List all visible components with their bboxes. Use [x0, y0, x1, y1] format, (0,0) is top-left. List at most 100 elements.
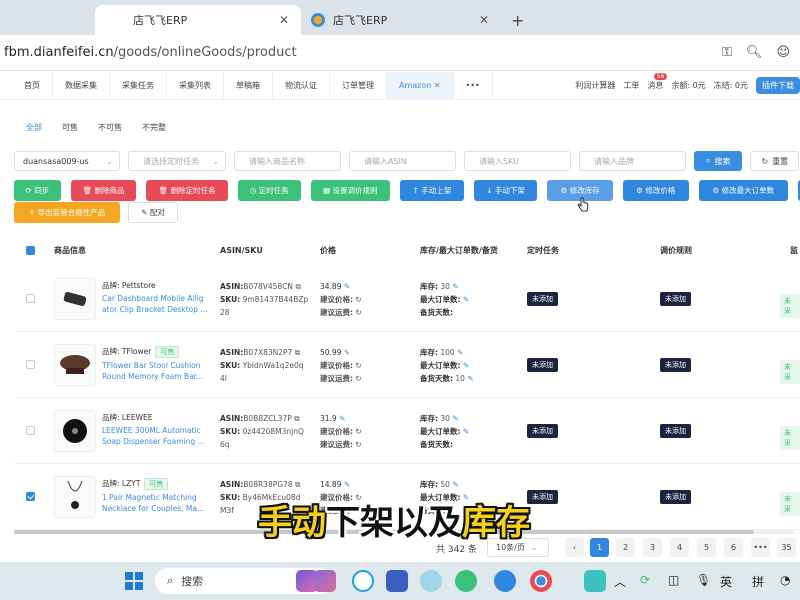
- search-button[interactable]: ⌕ 搜索: [694, 151, 743, 171]
- copy-icon[interactable]: ⧉: [295, 348, 300, 357]
- refresh-icon[interactable]: ↻: [355, 361, 361, 370]
- edit-icon[interactable]: ✎: [467, 374, 473, 383]
- zoom-icon[interactable]: 🔍︎: [746, 45, 763, 60]
- refresh-icon[interactable]: ↻: [355, 308, 361, 317]
- edit-max-orders-button[interactable]: ⚙ 修改最大订单数: [698, 180, 789, 201]
- table-row[interactable]: 品牌: LEEWEE LEEWEE 300ML Automatic Soap Di…: [14, 398, 800, 464]
- edit-icon[interactable]: ✎: [463, 361, 469, 370]
- task-select[interactable]: 请选择定时任务 ⌄: [128, 151, 226, 171]
- product-title-link[interactable]: 1 Pair Magnetic Matching Necklace for Cou…: [102, 492, 212, 514]
- sku-input[interactable]: 请输入SKU: [464, 151, 571, 171]
- brand-input[interactable]: 请输入品牌: [579, 151, 686, 171]
- close-icon[interactable]: ✕: [479, 13, 489, 27]
- asin-value[interactable]: B08R38PG78: [243, 480, 292, 489]
- k-app-icon[interactable]: [494, 570, 516, 592]
- edge-browser-icon[interactable]: [352, 570, 374, 592]
- edit-icon[interactable]: ✎: [339, 414, 345, 423]
- price-rule-tag[interactable]: 未添加: [660, 424, 691, 438]
- asin-input[interactable]: 请输入ASIN: [349, 151, 456, 171]
- k-app-2-icon[interactable]: [584, 570, 606, 592]
- asin-value[interactable]: B0B8ZCL37P: [243, 414, 291, 423]
- browser-tab-active[interactable]: 店飞飞ERP ✕: [95, 5, 301, 35]
- edit-icon[interactable]: ✎: [457, 348, 463, 357]
- page-button[interactable]: 3: [643, 538, 662, 557]
- edit-icon[interactable]: ✎: [344, 480, 350, 489]
- monitor-app-icon[interactable]: [386, 570, 408, 592]
- edit-icon[interactable]: ✎: [344, 282, 350, 291]
- nav-tab-tasks[interactable]: 采集任务: [110, 71, 167, 100]
- profit-calculator-link[interactable]: 利润计算器: [575, 80, 615, 91]
- nav-tab-more[interactable]: •••: [454, 71, 493, 100]
- ime-mode[interactable]: 拼: [752, 573, 764, 590]
- page-button[interactable]: 35: [777, 538, 796, 557]
- timer-task-button[interactable]: ◷ 定时任务: [237, 180, 301, 201]
- prev-page-button[interactable]: ‹: [565, 538, 584, 557]
- chrome-icon[interactable]: [530, 570, 552, 592]
- timer-task-tag[interactable]: 未添加: [527, 490, 558, 504]
- ticket-link[interactable]: 工单: [623, 80, 639, 91]
- table-row[interactable]: 品牌: TFlower 可售 TFlower Bar Stool Cushion R…: [14, 332, 800, 398]
- key-icon[interactable]: ⚿: [722, 45, 732, 60]
- price-rule-tag[interactable]: 未添加: [660, 358, 691, 372]
- refresh-icon[interactable]: ↻: [355, 440, 361, 449]
- timer-task-tag[interactable]: 未添加: [527, 292, 558, 306]
- asin-value[interactable]: B07X83N2P7: [243, 348, 292, 357]
- filter-tab-incomplete[interactable]: 不完整: [132, 118, 176, 137]
- store-select[interactable]: duansasa009-us ⌄: [14, 151, 120, 171]
- media-icon[interactable]: [314, 570, 336, 592]
- price-rule-tag[interactable]: 未添加: [660, 490, 691, 504]
- delete-timer-task-button[interactable]: 🗑︎ 删除定时任务: [146, 180, 228, 201]
- product-title-link[interactable]: Car Dashboard Mobile Allig ator Clip Brac…: [102, 293, 212, 315]
- edit-icon[interactable]: ✎: [452, 282, 458, 291]
- edit-icon[interactable]: ✎: [463, 427, 469, 436]
- wechat-icon[interactable]: [455, 570, 477, 592]
- browser-tab-inactive[interactable]: 店飞飞ERP ✕: [301, 5, 501, 35]
- ime-lang[interactable]: 英: [720, 573, 732, 590]
- microphone-icon[interactable]: 🎙︎: [696, 573, 711, 587]
- asin-value[interactable]: B078V458CN: [243, 282, 293, 291]
- edit-icon[interactable]: ✎: [344, 348, 350, 357]
- sync-button[interactable]: ⟳ 同步: [14, 180, 61, 201]
- copy-icon[interactable]: ⧉: [295, 282, 300, 291]
- profile-icon[interactable]: ☺: [776, 45, 790, 60]
- delete-product-button[interactable]: 🗑︎ 删除商品: [70, 180, 137, 201]
- edit-icon[interactable]: ✎: [463, 295, 469, 304]
- manual-list-button[interactable]: ↑ 手动上架: [400, 180, 464, 201]
- reset-button[interactable]: ↻ 重置: [750, 151, 800, 171]
- filter-tab-unsellable[interactable]: 不可售: [88, 118, 132, 137]
- copy-icon[interactable]: ⧉: [294, 414, 299, 423]
- price-rule-tag[interactable]: 未添加: [660, 292, 691, 306]
- page-button[interactable]: 4: [670, 538, 689, 557]
- nav-tab-home[interactable]: 首页: [0, 71, 53, 100]
- network-icon[interactable]: ◔: [780, 573, 790, 587]
- timer-task-tag[interactable]: 未添加: [527, 424, 558, 438]
- drive-icon[interactable]: ◫: [668, 573, 679, 587]
- row-checkbox[interactable]: [26, 492, 35, 501]
- product-title-link[interactable]: LEEWEE 300ML Automatic Soap Dispenser Foa…: [102, 425, 212, 447]
- row-checkbox[interactable]: [26, 426, 35, 435]
- nav-tab-logistics[interactable]: 物流认证: [273, 71, 330, 100]
- copy-icon[interactable]: ⧉: [295, 480, 300, 489]
- nav-tab-drafts[interactable]: 草稿箱: [224, 71, 273, 100]
- chevron-up-icon[interactable]: ︿: [614, 573, 626, 590]
- sync-tray-icon[interactable]: ⟳: [640, 573, 650, 587]
- col-price[interactable]: 价格: [320, 245, 336, 256]
- close-icon[interactable]: ✕: [279, 13, 289, 27]
- messages-link[interactable]: 消息 56: [647, 73, 668, 91]
- product-name-input[interactable]: 请输入商品名称: [234, 151, 341, 171]
- row-checkbox[interactable]: [26, 294, 35, 303]
- refresh-icon[interactable]: ↻: [355, 295, 361, 304]
- page-button[interactable]: 5: [697, 538, 716, 557]
- nav-tab-amazon[interactable]: Amazon ✕: [387, 71, 454, 100]
- product-title-link[interactable]: TFlower Bar Stool Cushion Round Memory Fo…: [102, 360, 212, 382]
- nav-tab-collect[interactable]: 数据采集: [53, 71, 110, 100]
- windows-start-icon[interactable]: [124, 571, 144, 591]
- settings-app-icon[interactable]: [420, 570, 442, 592]
- edit-icon[interactable]: ✎: [452, 480, 458, 489]
- filter-tab-all[interactable]: 全部: [16, 118, 52, 137]
- export-compliance-button[interactable]: ⇪ 导出监管合规性产品: [14, 202, 120, 223]
- filter-tab-sellable[interactable]: 可售: [52, 118, 88, 137]
- page-button[interactable]: 6: [724, 538, 743, 557]
- page-button[interactable]: 2: [616, 538, 635, 557]
- table-row[interactable]: 品牌: Pettstore Car Dashboard Mobile Allig…: [14, 266, 800, 332]
